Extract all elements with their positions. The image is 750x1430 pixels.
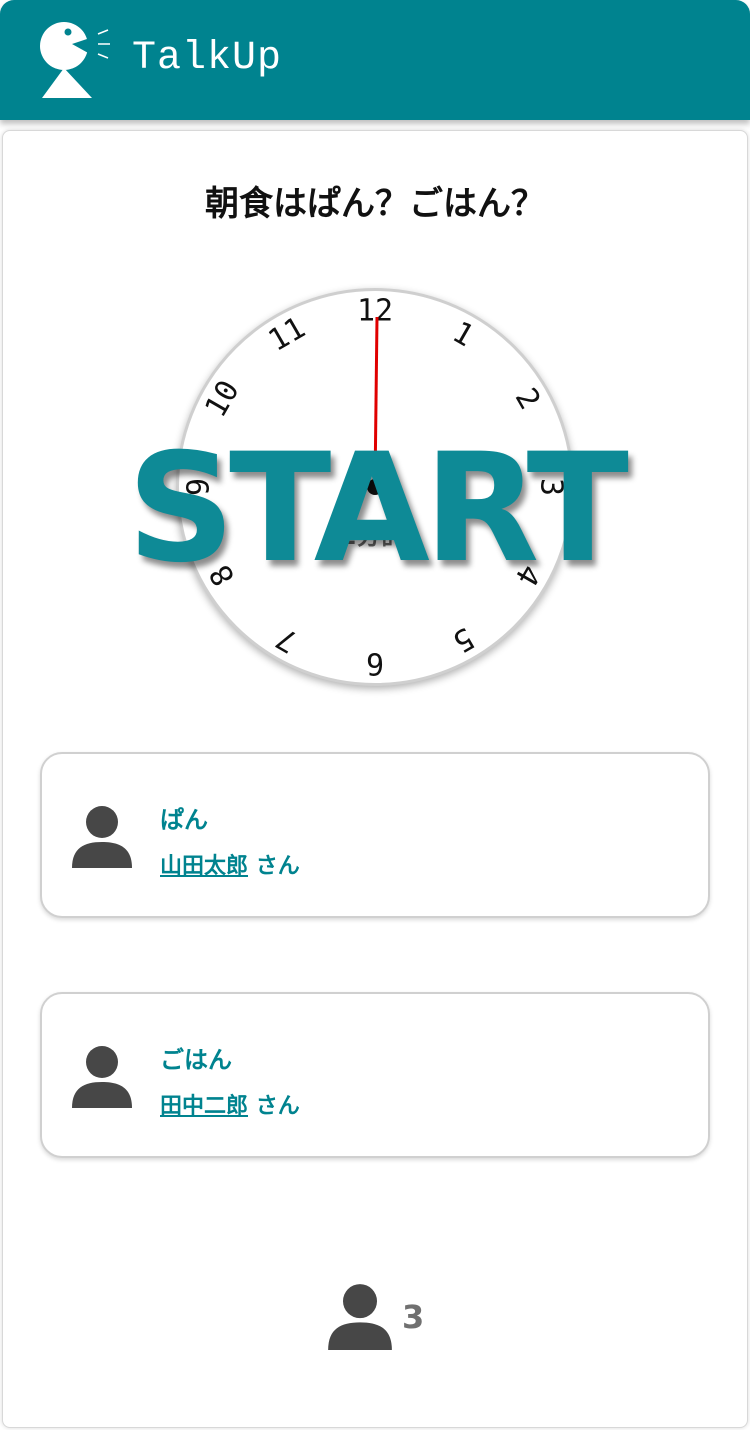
- clock-number: 1: [446, 315, 479, 354]
- person-icon: [72, 806, 132, 868]
- talkup-logo-icon: [40, 22, 110, 98]
- participant-counter: 3: [326, 1282, 446, 1350]
- speaker-line: 田中二郎 さん: [160, 1088, 300, 1120]
- speaker-suffix: さん: [255, 854, 300, 879]
- clock-number: 12: [357, 294, 393, 329]
- speaker-card: ぱん 山田太郎 さん: [40, 752, 710, 918]
- speaker-name-link[interactable]: 田中二郎: [160, 1094, 248, 1119]
- participant-count: 3: [402, 1298, 425, 1336]
- speaker-suffix: さん: [255, 1094, 300, 1119]
- clock-number: 2: [508, 382, 547, 415]
- speaker-choice: ごはん: [160, 1046, 232, 1074]
- person-icon: [72, 1046, 132, 1108]
- speaker-card: ごはん 田中二郎 さん: [40, 992, 710, 1158]
- clock-number: 7: [270, 620, 303, 659]
- clock-number: 6: [366, 646, 384, 681]
- app-header: TalkUp: [0, 0, 750, 120]
- app-title: TalkUp: [132, 36, 283, 81]
- speaker-line: 山田太郎 さん: [160, 848, 300, 880]
- speaker-choice: ぱん: [160, 806, 208, 834]
- start-button[interactable]: START: [0, 422, 750, 596]
- speaker-name-link[interactable]: 山田太郎: [160, 854, 248, 879]
- topic-title: 朝食はぱん？ごはん？: [205, 184, 545, 224]
- clock-number: 10: [198, 375, 246, 424]
- clock-number: 5: [446, 620, 479, 659]
- clock-number: 11: [263, 310, 312, 358]
- person-icon: [328, 1284, 392, 1350]
